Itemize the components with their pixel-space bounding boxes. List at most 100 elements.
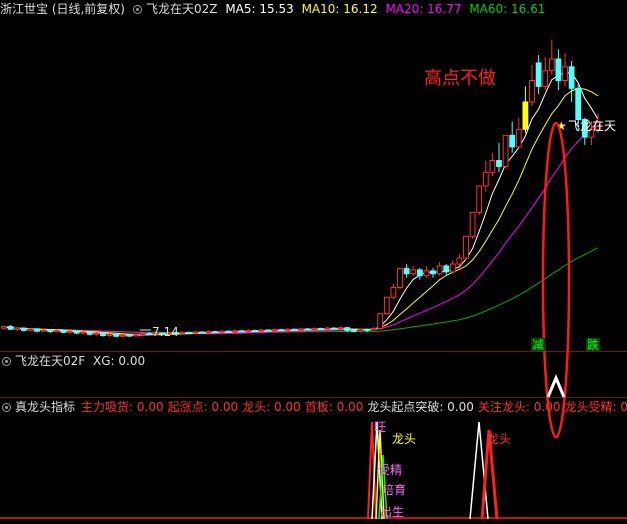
ma5-line xyxy=(3,72,599,336)
candle-body xyxy=(113,333,120,337)
candle xyxy=(535,55,542,95)
candle xyxy=(588,121,595,145)
candle-body xyxy=(34,328,40,332)
candle xyxy=(317,327,324,331)
candle-body xyxy=(278,329,285,332)
candle-body xyxy=(370,327,377,331)
candle-body xyxy=(542,70,549,87)
candle-body xyxy=(581,119,588,138)
dragon-spike-2 xyxy=(371,421,383,520)
candle-body xyxy=(535,62,542,87)
candle-body xyxy=(416,269,423,277)
dragon-spike-4 xyxy=(378,454,388,520)
candle-body xyxy=(469,211,476,237)
candle xyxy=(192,330,199,334)
candle xyxy=(502,134,509,169)
candle xyxy=(489,152,496,177)
sell-label-1-box xyxy=(531,338,545,351)
candle-body xyxy=(364,328,370,331)
candle-body xyxy=(40,329,47,332)
candle xyxy=(469,211,476,239)
candle xyxy=(416,267,423,280)
candle xyxy=(463,235,469,261)
candle-body xyxy=(522,101,529,130)
xg-indicator-name: 飞龙在天02F xyxy=(15,354,86,368)
candle-body xyxy=(476,185,483,213)
candle-body xyxy=(502,134,509,167)
candle xyxy=(119,333,126,338)
candle-body xyxy=(291,328,298,331)
candle xyxy=(350,329,357,333)
candle-body xyxy=(575,87,582,121)
highlight-ellipse xyxy=(541,121,571,439)
candle-body xyxy=(377,313,384,329)
candle xyxy=(344,326,351,332)
candle-body xyxy=(60,329,67,333)
high-point-annotation: 高点不做 xyxy=(424,68,496,89)
candle xyxy=(284,328,291,331)
candle xyxy=(456,254,463,266)
label-wang: 旺 xyxy=(374,420,386,434)
candle-body xyxy=(53,329,60,333)
candle xyxy=(496,142,502,173)
stock-title[interactable]: 浙江世宝 (日线,前复权) xyxy=(0,2,125,16)
candle xyxy=(430,267,436,278)
candle-body xyxy=(106,333,113,337)
candle-body xyxy=(482,171,489,187)
dragon-value-1: 起涨点: 0.00 xyxy=(167,400,239,414)
indicator-settings-icon[interactable] xyxy=(133,5,142,14)
dragon-values: 主力吸货: 0.00 起涨点: 0.00 龙头: 0.00 首板: 0.00 龙头起点突… xyxy=(81,400,627,414)
candle xyxy=(40,328,47,332)
dragon-settings-icon[interactable] xyxy=(2,403,11,412)
candle-body xyxy=(548,58,555,72)
candle-body xyxy=(436,265,443,275)
candle-body xyxy=(449,263,456,273)
candle-body xyxy=(390,286,397,298)
label-peiyu: 培育 xyxy=(382,482,406,497)
candle xyxy=(443,264,450,276)
candle xyxy=(311,327,318,331)
candle-body xyxy=(166,332,172,335)
candle-body xyxy=(199,331,205,334)
xg-settings-icon[interactable] xyxy=(2,357,11,366)
candle-body xyxy=(7,326,14,330)
ma20-value: MA20: 16.77 xyxy=(385,2,462,16)
candle-body xyxy=(212,331,219,334)
candle xyxy=(113,333,120,338)
candle xyxy=(14,326,21,331)
candle-body xyxy=(496,160,502,167)
candle xyxy=(265,329,271,332)
candle xyxy=(337,326,344,330)
candle xyxy=(370,327,377,331)
candle xyxy=(529,64,535,106)
candle xyxy=(509,121,516,153)
dragon-signals: 旺 龙头 龙头 受精 培育 出生 xyxy=(367,420,511,520)
main-chart-header: 浙江世宝 (日线,前复权) 飞龙在天02Z MA5: 15.53 MA10: 16… xyxy=(0,1,549,17)
candle xyxy=(20,327,27,332)
sell-label-2: 跌 xyxy=(587,337,599,352)
candle xyxy=(390,283,397,300)
candle-body xyxy=(304,328,311,331)
candle xyxy=(357,328,364,333)
candle xyxy=(278,328,285,332)
candle-body xyxy=(100,332,106,337)
xg-pane-header: 飞龙在天02F XG: 0.00 xyxy=(0,353,149,369)
candle xyxy=(172,331,179,335)
candle xyxy=(152,331,159,335)
candle xyxy=(423,265,430,278)
feilong-marker-label: 飞龙在天 xyxy=(568,119,616,133)
candle-body xyxy=(357,328,364,332)
candle xyxy=(251,329,258,332)
label-dragon-head-2: 龙头 xyxy=(487,432,511,446)
candle xyxy=(548,39,555,75)
candle xyxy=(7,324,14,331)
candlestick-chart[interactable]: 高点不做 飞龙在天 ★ 7.14 减 跌 旺 龙头 龙头 受精 培育 出生 xyxy=(0,0,627,524)
candle-body xyxy=(133,334,139,337)
xg-value: XG: 0.00 xyxy=(93,354,146,368)
candle xyxy=(575,84,582,130)
candle-body xyxy=(403,268,410,275)
candle-body xyxy=(67,330,73,333)
candle-body xyxy=(509,134,516,148)
candle-body xyxy=(205,331,212,334)
candle-body xyxy=(317,327,324,330)
